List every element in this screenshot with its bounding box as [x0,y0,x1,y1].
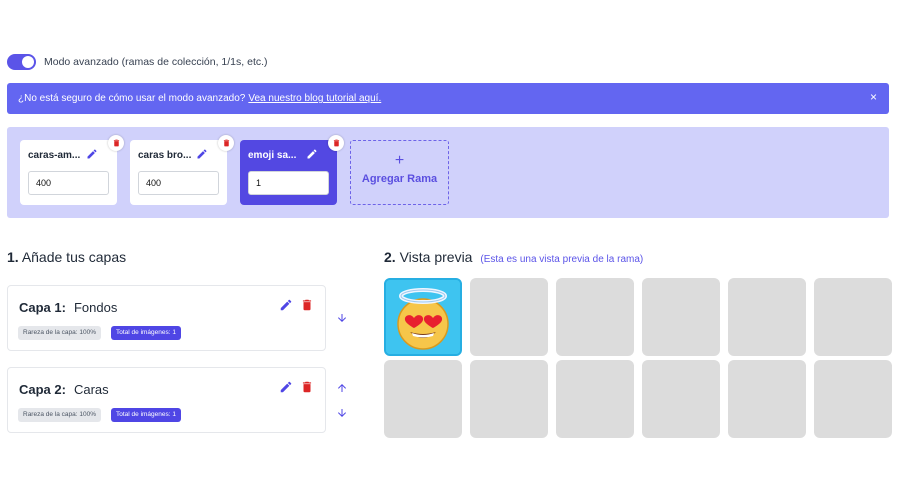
branch-name: caras bro... [138,150,192,161]
branch-card-active[interactable]: emoji sa... 1 [240,135,344,205]
branches-panel: caras-am... 400 caras bro... 400 emoji s… [7,127,889,218]
section-title-text: Vista previa [399,249,473,265]
branch-name: emoji sa... [248,150,297,161]
preview-tile [814,360,892,438]
trash-icon [223,139,229,147]
preview-tile [556,360,634,438]
delete-branch-button[interactable] [328,135,344,151]
tutorial-link[interactable]: Vea nuestro blog tutorial aquí. [248,93,381,104]
preview-tile [728,360,806,438]
delete-branch-button[interactable] [218,135,234,151]
trash-icon[interactable] [300,298,314,312]
layer-total-badge: Total de imágenes: 1 [111,408,181,422]
branch-size-input[interactable]: 1 [248,171,329,195]
advanced-mode-label: Modo avanzado (ramas de colección, 1/1s,… [44,56,268,68]
advanced-mode-toggle[interactable] [7,54,36,70]
section-number: 2. [384,249,396,265]
delete-branch-button[interactable] [108,135,124,151]
advanced-mode-row: Modo avanzado (ramas de colección, 1/1s,… [7,54,268,70]
pencil-icon[interactable] [279,380,293,394]
banner-text: ¿No está seguro de cómo usar el modo ava… [18,93,246,104]
branch-card[interactable]: caras-am... 400 [20,135,124,205]
layer-header: Capa 2: Caras [19,382,109,397]
trash-icon[interactable] [300,380,314,394]
pencil-icon[interactable] [306,148,318,160]
preview-tile [470,278,548,356]
preview-tile [814,278,892,356]
pencil-icon[interactable] [86,148,98,160]
arrow-down-icon[interactable] [336,407,348,419]
advanced-mode-banner: ¿No está seguro de cómo usar el modo ava… [7,83,889,114]
preview-tile [470,360,548,438]
pencil-icon[interactable] [196,148,208,160]
layer-rarity-badge: Rareza de la capa: 100% [18,408,101,422]
layer-name: Fondos [73,300,118,315]
branch-size-input[interactable]: 400 [138,171,219,195]
branch-name: caras-am... [28,150,81,161]
layer-card: Capa 1: Fondos Rareza de la capa: 100% To… [7,285,326,351]
preview-tile [384,360,462,438]
preview-section-title: 2. Vista previa (Esta es una vista previ… [384,249,643,265]
toggle-knob [22,56,34,68]
layer-total-badge: Total de imágenes: 1 [111,326,181,340]
preview-subtitle: (Esta es una vista previa de la rama) [480,254,644,265]
preview-tile [556,278,634,356]
layer-header: Capa 1: Fondos [19,300,117,315]
branch-card[interactable]: caras bro... 400 [130,135,234,205]
plus-icon: + [394,152,405,169]
preview-tile [642,278,720,356]
layer-rarity-badge: Rareza de la capa: 100% [18,326,101,340]
preview-tile[interactable] [384,278,462,356]
layer-name: Caras [73,382,109,397]
arrow-down-icon[interactable] [336,312,348,324]
preview-tile [642,360,720,438]
pencil-icon[interactable] [279,298,293,312]
branch-size-input[interactable]: 400 [28,171,109,195]
preview-tile [728,278,806,356]
layers-section-title: 1. Añade tus capas [7,249,126,265]
section-number: 1. [7,249,19,265]
trash-icon [333,139,339,147]
section-title-text: Añade tus capas [21,249,127,265]
layer-card: Capa 2: Caras Rareza de la capa: 100% Tot… [7,367,326,433]
layer-label: Capa 1: [19,300,66,315]
add-branch-button[interactable]: + Agregar Rama [350,140,449,205]
close-icon[interactable]: × [870,91,877,103]
layer-label: Capa 2: [19,382,66,397]
arrow-up-icon[interactable] [336,382,348,394]
heart-eyes-angel-emoji-icon [386,280,460,354]
trash-icon [113,139,119,147]
add-branch-label: Agregar Rama [361,173,438,185]
